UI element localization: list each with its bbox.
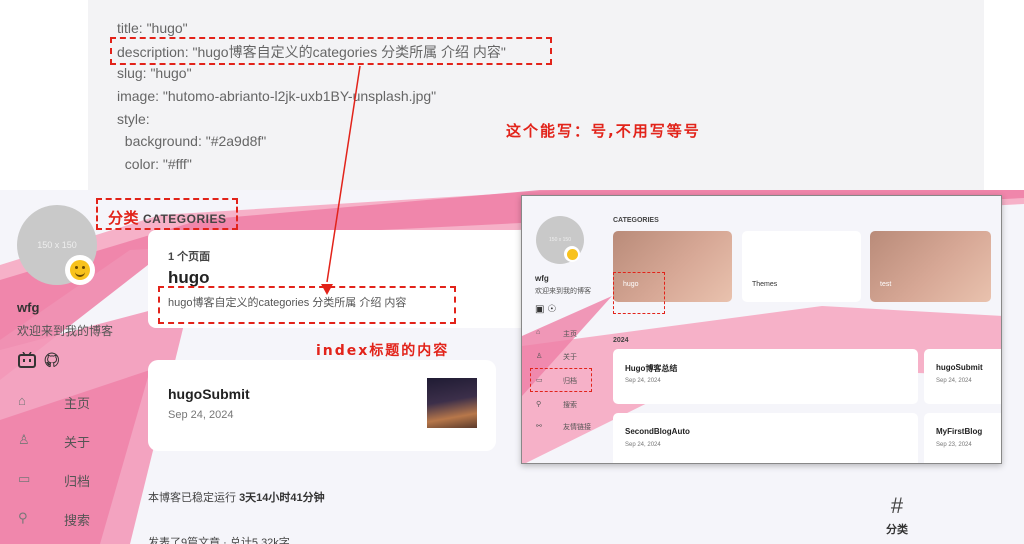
archive-post-date: Sep 24, 2024 [625, 442, 661, 448]
archive-post-title[interactable]: hugoSubmit [936, 363, 983, 372]
archive-highlight-box [530, 368, 592, 392]
overlay-categories-header: CATEGORIES [613, 217, 659, 224]
hugo-tile-highlight-box [613, 272, 665, 314]
archive-year: 2024 [613, 337, 629, 344]
archive-post-card[interactable]: MyFirstBlog Sep 23, 2024 [924, 413, 1001, 463]
overlay-avatar-placeholder-text: 150 x 150 [549, 237, 571, 243]
overlay-site-description: 欢迎来到我的博客 [535, 288, 591, 295]
archive-post-date: Sep 23, 2024 [936, 442, 972, 448]
overlay-sidebar-item-label: 主页 [563, 331, 577, 338]
archive-post-card[interactable]: hugoSubmit Sep 24, 2024 [924, 349, 1001, 404]
overlay-sidebar-item-about[interactable]: ♙ 关于 [536, 352, 577, 361]
category-tile-label: Themes [752, 281, 778, 288]
overlay-sidebar-item-label: 关于 [563, 354, 577, 361]
overlay-sidebar-item-links[interactable]: ⚯ 友情链接 [536, 422, 591, 431]
overlay-sidebar-item-label: 搜索 [563, 402, 577, 409]
archive-post-date: Sep 24, 2024 [625, 378, 661, 384]
archive-post-title[interactable]: MyFirstBlog [936, 427, 982, 436]
archive-post-card[interactable]: Hugo博客总结 Sep 24, 2024 [613, 349, 918, 404]
overlay-sidebar-item-home[interactable]: ⌂ 主页 [536, 329, 577, 338]
user-icon: ♙ [536, 353, 543, 360]
archive-post-date: Sep 24, 2024 [936, 378, 972, 384]
home-icon: ⌂ [536, 329, 541, 336]
category-tile-label: test [880, 281, 892, 288]
archive-post-title[interactable]: Hugo博客总结 [625, 363, 677, 374]
category-tile-themes[interactable]: Themes [742, 231, 861, 302]
categories-overview-screenshot: 150 x 150 wfg 欢迎来到我的博客 ▣ ☉ ⌂ 主页 ♙ 关于 ▭ 归档 ⚲… [521, 195, 1002, 464]
github-icon[interactable]: ☉ [547, 304, 556, 315]
bilibili-icon[interactable]: ▣ [535, 304, 544, 315]
category-tile-test[interactable]: test [870, 231, 991, 302]
link-icon: ⚯ [536, 423, 542, 430]
archive-post-card[interactable]: SecondBlogAuto Sep 24, 2024 [613, 413, 918, 463]
overlay-social-icons: ▣ ☉ [535, 304, 556, 315]
overlay-sidebar-item-label: 友情链接 [563, 424, 591, 431]
archive-post-title[interactable]: SecondBlogAuto [625, 427, 690, 436]
overlay-site-name[interactable]: wfg [535, 274, 549, 283]
search-icon: ⚲ [536, 401, 542, 408]
overlay-smiley-emoji-icon [564, 246, 580, 262]
overlay-sidebar-item-search[interactable]: ⚲ 搜索 [536, 400, 577, 409]
